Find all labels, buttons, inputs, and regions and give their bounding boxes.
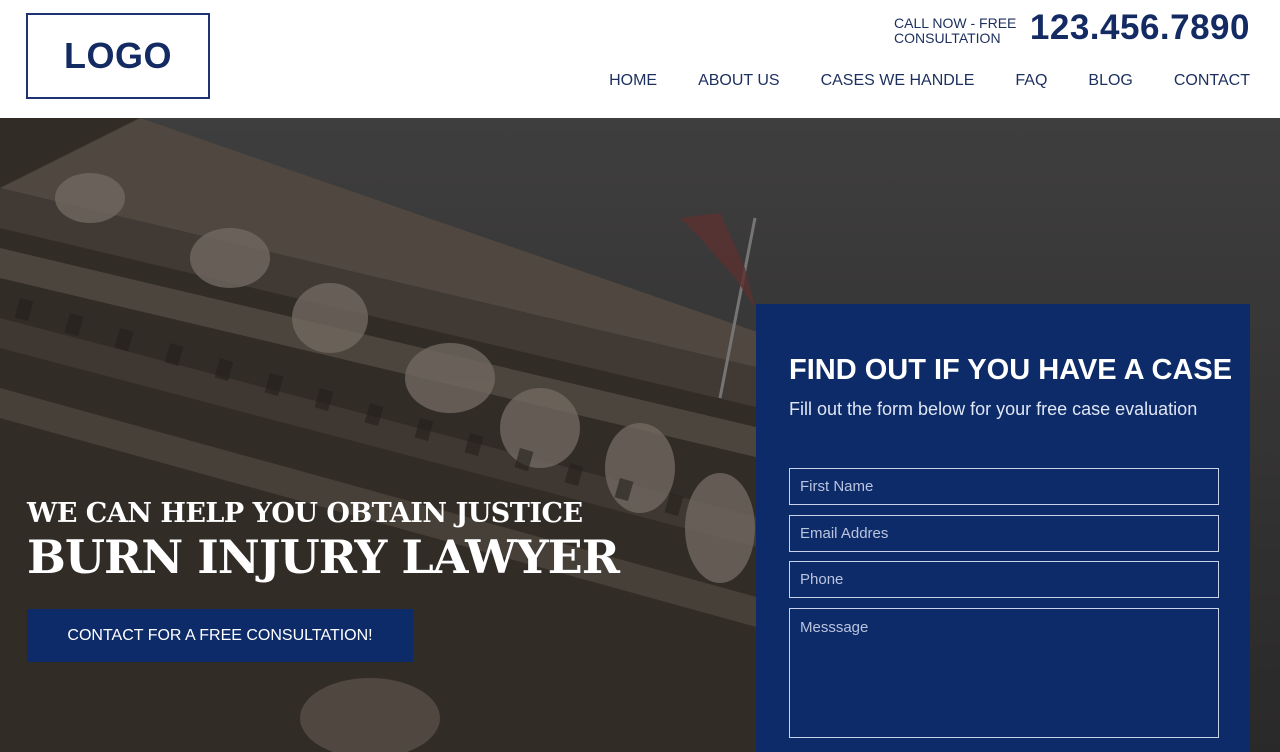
main-nav: HOME ABOUT US CASES WE HANDLE FAQ BLOG C…	[609, 72, 1250, 90]
call-now-label: CALL NOW - FREE CONSULTATION	[894, 15, 1017, 46]
nav-item-cases-we-handle[interactable]: CASES WE HANDLE	[821, 72, 975, 90]
free-consultation-button[interactable]: CONTACT FOR A FREE CONSULTATION!	[27, 609, 413, 662]
nav-item-home[interactable]: HOME	[609, 72, 657, 90]
first-name-field[interactable]	[789, 468, 1219, 505]
hero-headline: BURN INJURY LAWYER	[27, 530, 620, 584]
logo[interactable]: LOGO	[26, 13, 210, 99]
site-header: LOGO CALL NOW - FREE CONSULTATION 123.45…	[0, 0, 1280, 118]
phone-field[interactable]	[789, 561, 1219, 598]
phone-number[interactable]: 123.456.7890	[1030, 8, 1250, 48]
email-field[interactable]	[789, 515, 1219, 552]
hero-section: WE CAN HELP YOU OBTAIN JUSTICE BURN INJU…	[0, 118, 1280, 752]
nav-item-about-us[interactable]: ABOUT US	[698, 72, 780, 90]
nav-item-blog[interactable]: BLOG	[1088, 72, 1132, 90]
message-field[interactable]	[789, 608, 1219, 738]
nav-item-faq[interactable]: FAQ	[1015, 72, 1047, 90]
form-subtitle: Fill out the form below for your free ca…	[789, 399, 1198, 419]
case-evaluation-form: FIND OUT IF YOU HAVE A CASE Fill out the…	[756, 304, 1250, 752]
nav-item-contact[interactable]: CONTACT	[1174, 72, 1250, 90]
logo-text: LOGO	[64, 35, 172, 76]
form-title: FIND OUT IF YOU HAVE A CASE	[789, 354, 1233, 386]
hero-tagline: WE CAN HELP YOU OBTAIN JUSTICE	[27, 498, 583, 529]
